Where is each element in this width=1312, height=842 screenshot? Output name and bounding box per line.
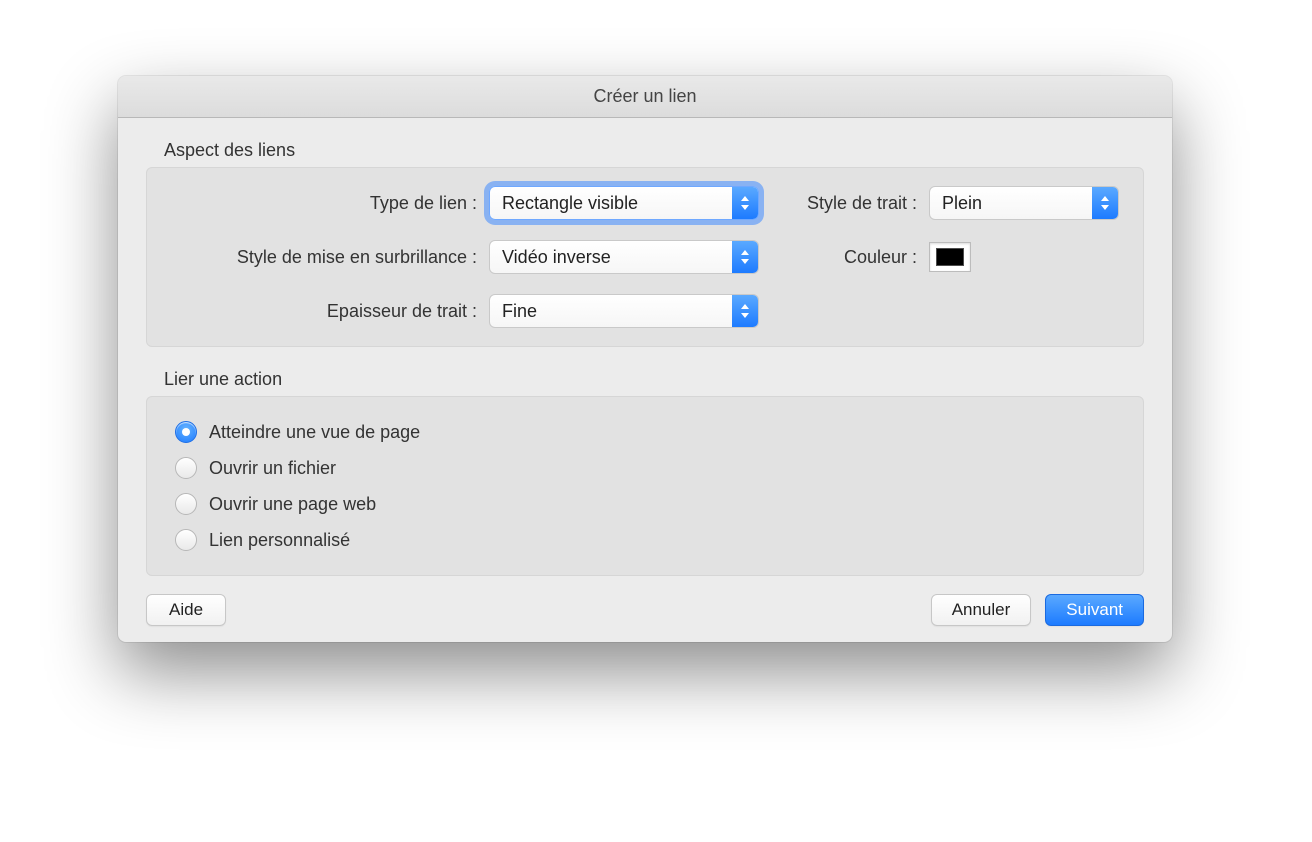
dialog-content: Aspect des liens Type de lien : Rectangl…: [118, 118, 1172, 642]
highlight-style-select[interactable]: Vidéo inverse: [489, 240, 759, 274]
thickness-select[interactable]: Fine: [489, 294, 759, 328]
thickness-value: Fine: [502, 301, 537, 322]
updown-icon: [1092, 187, 1118, 219]
link-type-select[interactable]: Rectangle visible: [489, 186, 759, 220]
line-style-select[interactable]: Plein: [929, 186, 1119, 220]
action-option-open-web[interactable]: Ouvrir une page web: [175, 493, 1115, 515]
appearance-group: Type de lien : Rectangle visible Style d…: [146, 167, 1144, 347]
radio-icon: [175, 457, 197, 479]
action-option-open-file[interactable]: Ouvrir un fichier: [175, 457, 1115, 479]
action-option-custom-link[interactable]: Lien personnalisé: [175, 529, 1115, 551]
color-swatch: [936, 248, 964, 266]
radio-icon: [175, 529, 197, 551]
highlight-style-label: Style de mise en surbrillance :: [169, 247, 489, 268]
create-link-dialog: Créer un lien Aspect des liens Type de l…: [118, 76, 1172, 642]
thickness-label: Epaisseur de trait :: [169, 301, 489, 322]
dialog-titlebar: Créer un lien: [118, 76, 1172, 118]
updown-icon: [732, 241, 758, 273]
highlight-style-value: Vidéo inverse: [502, 247, 611, 268]
help-button[interactable]: Aide: [146, 594, 226, 626]
radio-label: Lien personnalisé: [209, 530, 350, 551]
updown-icon: [732, 295, 758, 327]
action-option-go-to-page[interactable]: Atteindre une vue de page: [175, 421, 1115, 443]
color-label: Couleur :: [759, 247, 929, 268]
radio-icon: [175, 421, 197, 443]
action-radio-list: Atteindre une vue de page Ouvrir un fich…: [169, 415, 1121, 557]
appearance-grid: Type de lien : Rectangle visible Style d…: [169, 186, 1121, 328]
link-type-label: Type de lien :: [169, 193, 489, 214]
dialog-footer: Aide Annuler Suivant: [146, 594, 1144, 626]
next-button[interactable]: Suivant: [1045, 594, 1144, 626]
action-group: Atteindre une vue de page Ouvrir un fich…: [146, 396, 1144, 576]
line-style-label: Style de trait :: [759, 193, 929, 214]
radio-label: Atteindre une vue de page: [209, 422, 420, 443]
cancel-button[interactable]: Annuler: [931, 594, 1032, 626]
radio-label: Ouvrir une page web: [209, 494, 376, 515]
appearance-heading: Aspect des liens: [164, 140, 1144, 161]
line-style-value: Plein: [942, 193, 982, 214]
color-well[interactable]: [929, 242, 971, 272]
radio-icon: [175, 493, 197, 515]
dialog-title: Créer un lien: [593, 86, 696, 107]
radio-label: Ouvrir un fichier: [209, 458, 336, 479]
updown-icon: [732, 187, 758, 219]
action-heading: Lier une action: [164, 369, 1144, 390]
link-type-value: Rectangle visible: [502, 193, 638, 214]
